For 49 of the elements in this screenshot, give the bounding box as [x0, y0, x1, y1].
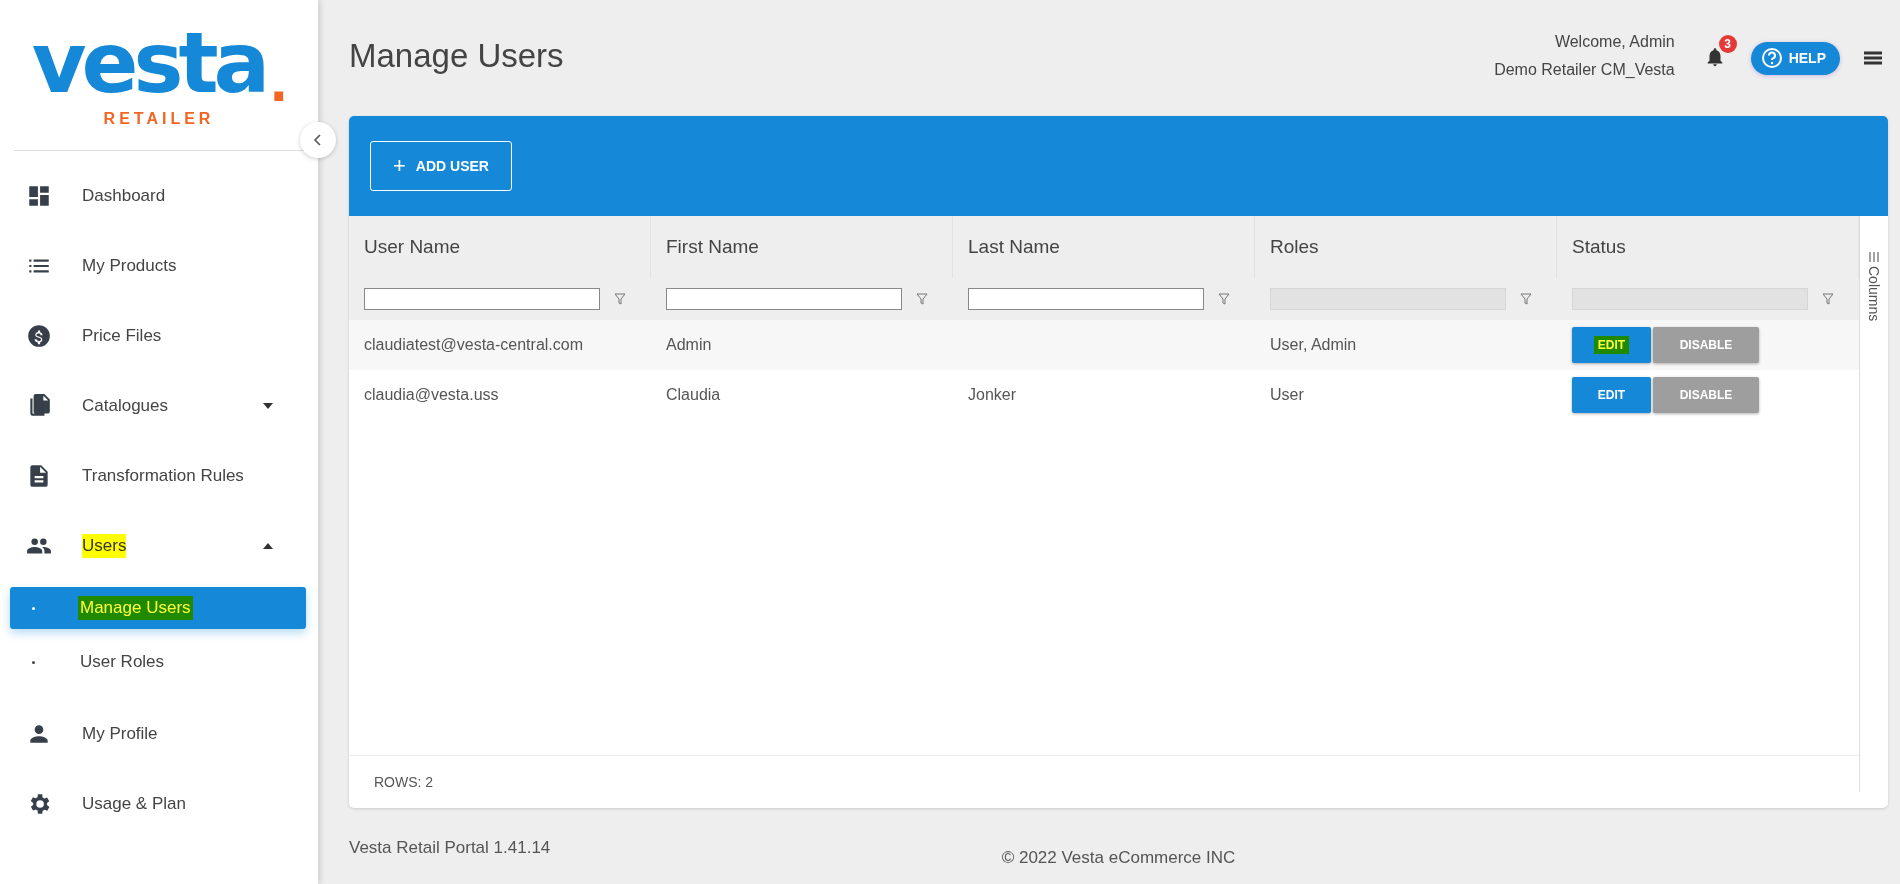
sidebar-item[interactable]: Transformation Rules — [0, 441, 318, 511]
table-cell: claudia@vesta.uss — [364, 386, 499, 404]
add-user-button[interactable]: + ADD USER — [370, 141, 512, 191]
filter-field[interactable] — [968, 288, 1204, 310]
sidebar-subitem[interactable]: Manage Users — [10, 587, 306, 629]
filter-field[interactable] — [666, 288, 902, 310]
filter-icon[interactable] — [1218, 293, 1230, 305]
collapse-sidebar-button[interactable] — [300, 122, 336, 158]
page-title: Manage Users — [349, 37, 565, 76]
notification-badge: 3 — [1718, 35, 1737, 53]
sidebar-item[interactable]: My Products — [0, 231, 318, 301]
chevron-left-icon — [313, 134, 323, 146]
sidebar-subitem[interactable]: User Roles — [10, 641, 306, 683]
dashboard-icon — [26, 183, 52, 209]
menu-icon — [1862, 49, 1884, 67]
caret-up-icon[interactable] — [262, 542, 274, 550]
sidebar-item[interactable]: My Profile — [0, 699, 318, 769]
columns-panel-toggle[interactable]: Columns — [1866, 252, 1882, 322]
edit-button[interactable]: EDIT — [1572, 377, 1651, 413]
filter-icon[interactable] — [1520, 293, 1532, 305]
menu-button[interactable] — [1862, 49, 1884, 67]
sidebar-item[interactable]: Users — [0, 511, 318, 581]
table-cell: Admin — [666, 336, 712, 354]
question-icon — [1760, 47, 1783, 69]
table-cell: Jonker — [968, 386, 1017, 404]
columns-icon — [1869, 252, 1879, 262]
edit-button[interactable]: EDIT — [1572, 327, 1651, 363]
sidebar-item[interactable]: Usage & Plan — [0, 769, 318, 839]
table-cell: claudiatest@vesta-central.com — [364, 336, 583, 354]
row-count: ROWS: 2 — [349, 755, 1859, 808]
bullet-icon — [32, 660, 35, 664]
sidebar-item[interactable]: Dashboard — [0, 161, 318, 231]
sidebar-item[interactable]: Price Files — [0, 301, 318, 371]
filter-icon[interactable] — [1822, 293, 1834, 305]
account-name: Demo Retailer CM_Vesta — [1494, 60, 1675, 80]
dollar-icon — [26, 323, 52, 349]
bullet-icon — [32, 606, 35, 610]
filter-field[interactable] — [364, 288, 600, 310]
filter-icon[interactable] — [614, 293, 626, 305]
copyright-text: © 2022 Vesta eCommerce INC — [1000, 848, 1237, 868]
filter-icon[interactable] — [916, 293, 928, 305]
welcome-text: Welcome, Admin — [1554, 32, 1675, 52]
table-cell: Claudia — [666, 386, 721, 404]
table-cell: User, Admin — [1270, 336, 1357, 354]
caret-down-icon[interactable] — [262, 402, 274, 410]
help-button[interactable]: HELP — [1750, 41, 1840, 75]
table-cell: User — [1270, 386, 1304, 404]
sidebar-item[interactable]: Catalogues — [0, 371, 318, 441]
version-text: Vesta Retail Portal 1.41.14 — [349, 838, 551, 859]
